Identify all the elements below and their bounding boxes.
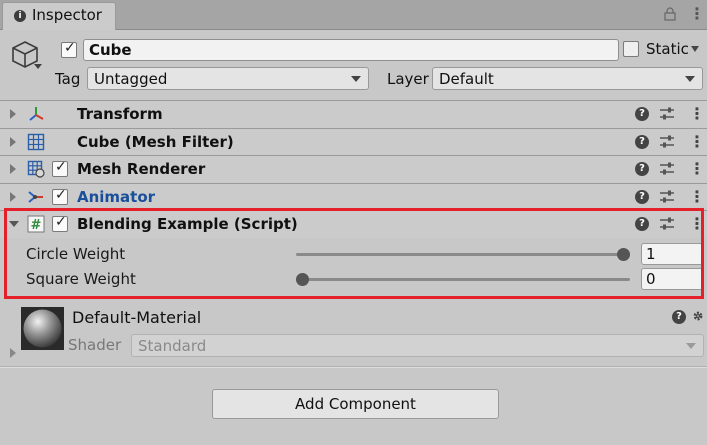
material-name: Default-Material (72, 308, 202, 327)
layer-value: Default (439, 70, 494, 88)
foldout-arrow-icon[interactable] (10, 109, 16, 119)
static-dropdown-arrow-icon[interactable] (691, 46, 699, 52)
tag-dropdown[interactable]: Untagged (87, 67, 369, 90)
tag-value: Untagged (94, 70, 168, 88)
component-title: Transform (77, 105, 163, 123)
chevron-down-icon[interactable] (34, 64, 42, 69)
shader-value: Standard (138, 337, 207, 355)
help-icon[interactable]: ? (635, 107, 649, 121)
gear-icon[interactable] (691, 309, 705, 323)
chevron-down-icon (351, 76, 361, 82)
component-transform[interactable]: Transform ? ⋮ (0, 100, 707, 128)
mesh-renderer-icon (27, 160, 45, 178)
static-checkbox[interactable] (623, 41, 639, 57)
shader-dropdown: Standard (131, 334, 704, 357)
component-enabled-checkbox[interactable]: ✓ (52, 159, 68, 177)
presets-icon[interactable] (659, 134, 675, 150)
foldout-arrow-icon[interactable] (10, 137, 16, 147)
transform-icon (29, 107, 44, 121)
foldout-arrow-icon[interactable] (10, 348, 16, 358)
foldout-arrow-icon[interactable] (10, 164, 16, 174)
highlight-box (4, 208, 704, 299)
help-icon[interactable]: ? (635, 162, 649, 176)
shader-label: Shader (68, 336, 122, 354)
presets-icon[interactable] (659, 189, 675, 205)
material-preview-sphere (21, 307, 64, 350)
presets-icon[interactable] (659, 106, 675, 122)
lock-icon[interactable] (663, 7, 677, 21)
component-enabled-checkbox[interactable]: ✓ (52, 187, 68, 205)
tab-label: Inspector (32, 6, 102, 24)
kebab-menu-icon[interactable]: ⋮ (689, 159, 705, 178)
presets-icon[interactable] (659, 161, 675, 177)
component-title: Cube (Mesh Filter) (77, 133, 234, 151)
component-mesh-renderer[interactable]: ✓ Mesh Renderer ? ⋮ (0, 155, 707, 183)
component-animator[interactable]: ✓ Animator ? ⋮ (0, 183, 707, 211)
info-icon: i (14, 10, 26, 22)
component-mesh-filter[interactable]: Cube (Mesh Filter) ? ⋮ (0, 128, 707, 156)
animator-icon (28, 191, 43, 203)
mesh-filter-icon (27, 133, 45, 151)
kebab-menu-icon[interactable]: ⋮ (689, 104, 705, 123)
name-field[interactable]: Cube (83, 39, 619, 61)
help-icon[interactable]: ? (635, 190, 649, 204)
divider (0, 366, 707, 368)
active-checkbox[interactable]: ✓ (61, 40, 77, 58)
layer-label: Layer (387, 70, 429, 88)
component-title: Animator (77, 188, 156, 206)
kebab-menu-icon[interactable]: ⋮ (689, 6, 705, 22)
component-title: Mesh Renderer (77, 160, 206, 178)
static-label: Static (646, 40, 689, 58)
chevron-down-icon (686, 343, 696, 349)
layer-dropdown[interactable]: Default (432, 67, 703, 90)
add-component-button[interactable]: Add Component (212, 389, 499, 419)
foldout-arrow-icon[interactable] (10, 192, 16, 202)
kebab-menu-icon[interactable]: ⋮ (689, 132, 705, 151)
help-icon[interactable]: ? (635, 135, 649, 149)
help-icon[interactable]: ? (672, 310, 686, 324)
chevron-down-icon (685, 76, 695, 82)
tag-label: Tag (55, 70, 81, 88)
kebab-menu-icon[interactable]: ⋮ (689, 187, 705, 206)
